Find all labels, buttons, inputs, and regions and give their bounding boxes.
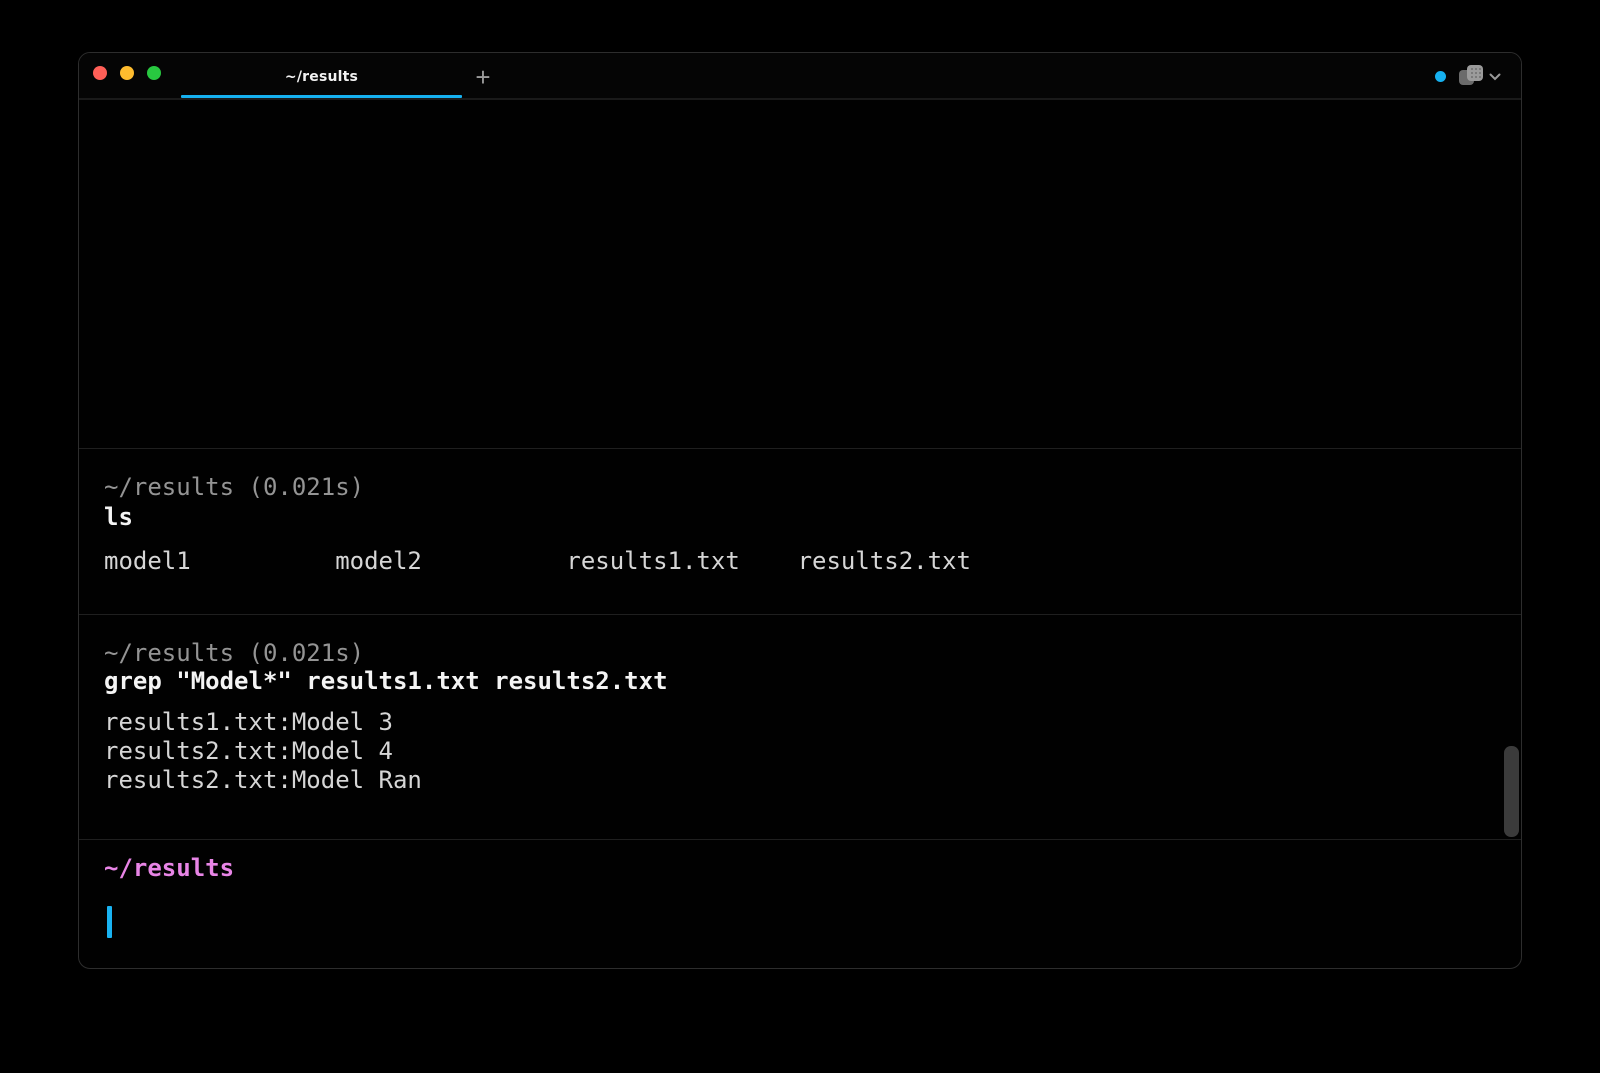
tabbar-right-cluster <box>1435 53 1503 100</box>
terminal-window: ~/results + <box>78 52 1522 969</box>
block-output-line: model1 model2 results1.txt results2.txt <box>104 547 971 576</box>
block-context: ~/results (0.021s) <box>104 639 364 668</box>
block-context: ~/results (0.021s) <box>104 473 364 502</box>
tab-bar: ~/results + <box>79 53 1521 100</box>
terminal-content: ~/results (0.021s) ls model1 model2 resu… <box>79 100 1521 968</box>
block-command: ls <box>104 503 133 532</box>
scrollbar-thumb[interactable] <box>1504 746 1519 837</box>
traffic-lights <box>93 66 161 80</box>
new-tab-button[interactable]: + <box>462 53 504 100</box>
block-output-line: results2.txt:Model Ran <box>104 766 422 795</box>
block-divider <box>79 448 1521 449</box>
block-divider <box>79 614 1521 615</box>
tab-title: ~/results <box>285 69 358 85</box>
tab-results[interactable]: ~/results <box>181 53 462 100</box>
chevron-down-icon <box>1489 69 1501 84</box>
active-tab-indicator <box>181 95 462 98</box>
block-output-line: results2.txt:Model 4 <box>104 737 393 766</box>
block-divider <box>79 839 1521 840</box>
block-output-line: results1.txt:Model 3 <box>104 708 393 737</box>
close-button[interactable] <box>93 66 107 80</box>
text-cursor <box>107 906 112 938</box>
notification-dot-icon <box>1435 71 1446 82</box>
minimize-button[interactable] <box>120 66 134 80</box>
fullscreen-button[interactable] <box>147 66 161 80</box>
stacked-windows-icon <box>1457 62 1485 91</box>
window-menu-button[interactable] <box>1455 60 1503 93</box>
prompt-path: ~/results <box>104 854 234 883</box>
block-command: grep "Model*" results1.txt results2.txt <box>104 667 668 696</box>
